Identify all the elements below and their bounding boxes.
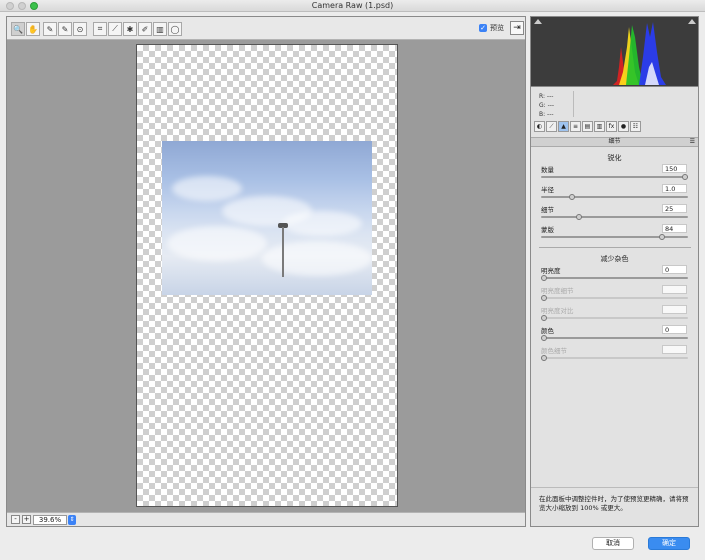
tool-bar: 🔍 ✋ ✎ ✎ ⊙ ⌗ ⟋ ✱ ✐ ▥ ◯ ✓ 预览 ⇥ xyxy=(7,17,525,40)
lamp-post-pole xyxy=(282,227,284,277)
panel-menu-icon[interactable]: ☰ xyxy=(690,138,695,146)
graduated-filter-icon[interactable]: ▥ xyxy=(153,22,167,36)
tab-lens-icon[interactable]: ▥ xyxy=(594,121,605,132)
luminance-detail-slider xyxy=(541,295,688,301)
histogram-graph xyxy=(613,22,666,85)
masking-slider[interactable] xyxy=(541,234,688,240)
preview-label: 预览 xyxy=(490,24,504,32)
color-slider[interactable] xyxy=(541,335,688,341)
color-value[interactable]: 0 xyxy=(662,325,687,334)
section-divider xyxy=(539,247,691,248)
luminance-contrast-slider xyxy=(541,315,688,321)
luminance-contrast-value xyxy=(662,305,687,314)
preview-checkbox[interactable]: ✓ xyxy=(479,24,487,32)
amount-value[interactable]: 150 xyxy=(662,164,687,173)
slider-thumb[interactable] xyxy=(576,214,583,220)
zoom-dropdown-icon[interactable]: ⇕ xyxy=(68,515,76,525)
spot-removal-icon[interactable]: ✱ xyxy=(123,22,137,36)
color-detail-value xyxy=(662,345,687,354)
radial-filter-icon[interactable]: ◯ xyxy=(168,22,182,36)
masking-value[interactable]: 84 xyxy=(662,224,687,233)
zoom-level[interactable]: 39.6% xyxy=(33,515,67,525)
slider-thumb[interactable] xyxy=(541,275,547,281)
window-title: Camera Raw (1.psd) xyxy=(311,1,394,10)
slider-thumb[interactable] xyxy=(569,194,576,200)
preview-toggle[interactable]: ✓ 预览 xyxy=(479,23,504,33)
crop-icon[interactable]: ⌗ xyxy=(93,22,107,36)
title-bar: Camera Raw (1.psd) xyxy=(0,0,705,12)
tab-split-toning-icon[interactable]: ▤ xyxy=(582,121,593,132)
luminance-value[interactable]: 0 xyxy=(662,265,687,274)
note-divider xyxy=(531,487,698,488)
panel-header: 细节 ☰ xyxy=(531,137,698,147)
tab-tone-curve-icon[interactable]: ⟋ xyxy=(546,121,557,132)
radius-value[interactable]: 1.0 xyxy=(662,184,687,193)
color-sampler-icon[interactable]: ✎ xyxy=(58,22,72,36)
slider-label: 数量 xyxy=(541,166,554,174)
tab-basic-icon[interactable]: ◐ xyxy=(534,121,545,132)
tab-effects-icon[interactable]: fx xyxy=(606,121,617,132)
panel-title: 细节 xyxy=(608,138,621,145)
b-readout: B: --- xyxy=(539,111,554,118)
slider-label: 细节 xyxy=(541,206,554,214)
slider-thumb xyxy=(541,295,547,301)
readout-divider xyxy=(573,91,574,117)
straighten-icon[interactable]: ⟋ xyxy=(108,22,122,36)
cancel-button[interactable]: 取消 xyxy=(592,537,634,550)
luminance-slider[interactable] xyxy=(541,275,688,281)
slider-thumb[interactable] xyxy=(659,234,666,240)
slider-label: 明亮度对比 xyxy=(541,307,574,315)
zoom-hint-note: 在此面板中调整控件时，为了使预览更精确，请将预览大小缩放到 100% 或更大。 xyxy=(539,495,689,512)
right-panel: R: --- G: --- B: --- ◐ ⟋ ▲ ≡ ▤ ▥ fx ● ☷ … xyxy=(530,16,699,527)
image-area: 🔍 ✋ ✎ ✎ ⊙ ⌗ ⟋ ✱ ✐ ▥ ◯ ✓ 预览 ⇥ - + 39.6% ⇕ xyxy=(6,16,526,527)
r-readout: R: --- xyxy=(539,93,554,100)
slider-label: 明亮度细节 xyxy=(541,287,574,295)
radius-slider[interactable] xyxy=(541,194,688,200)
white-balance-icon[interactable]: ✎ xyxy=(43,22,57,36)
sharpen-title: 锐化 xyxy=(607,154,622,162)
slider-label: 颜色细节 xyxy=(541,347,567,355)
amount-slider[interactable] xyxy=(541,174,688,180)
tab-presets-icon[interactable]: ☷ xyxy=(630,121,641,132)
status-bar: - + 39.6% ⇕ xyxy=(7,512,525,526)
detail-slider[interactable] xyxy=(541,214,688,220)
slider-thumb xyxy=(541,355,547,361)
fullscreen-toggle-icon[interactable]: ⇥ xyxy=(510,21,524,35)
slider-label: 半径 xyxy=(541,186,554,194)
color-detail-slider xyxy=(541,355,688,361)
slider-label: 蒙版 xyxy=(541,226,554,234)
g-readout: G: --- xyxy=(539,102,555,109)
zoom-in-button[interactable]: + xyxy=(22,515,31,524)
tab-hsl-icon[interactable]: ≡ xyxy=(570,121,581,132)
panel-tabs: ◐ ⟋ ▲ ≡ ▤ ▥ fx ● ☷ xyxy=(531,121,698,135)
rgb-readout: R: --- G: --- B: --- xyxy=(539,92,554,119)
noise-reduction-title: 减少杂色 xyxy=(600,255,629,263)
slider-label: 明亮度 xyxy=(541,267,561,275)
detail-value[interactable]: 25 xyxy=(662,204,687,213)
slider-label: 颜色 xyxy=(541,327,554,335)
luminance-detail-value xyxy=(662,285,687,294)
slider-thumb xyxy=(541,315,547,321)
ok-button[interactable]: 确定 xyxy=(648,537,690,550)
zoom-out-button[interactable]: - xyxy=(11,515,20,524)
photo-preview xyxy=(162,141,372,295)
zoom-icon[interactable]: 🔍 xyxy=(11,22,25,36)
target-adjust-icon[interactable]: ⊙ xyxy=(73,22,87,36)
adjustment-brush-icon[interactable]: ✐ xyxy=(138,22,152,36)
slider-thumb[interactable] xyxy=(682,174,688,180)
slider-thumb[interactable] xyxy=(541,335,547,341)
histogram xyxy=(531,17,698,87)
tab-detail-icon[interactable]: ▲ xyxy=(558,121,569,132)
image-canvas[interactable] xyxy=(136,44,398,507)
tab-camera-calibration-icon[interactable]: ● xyxy=(618,121,629,132)
hand-icon[interactable]: ✋ xyxy=(26,22,40,36)
